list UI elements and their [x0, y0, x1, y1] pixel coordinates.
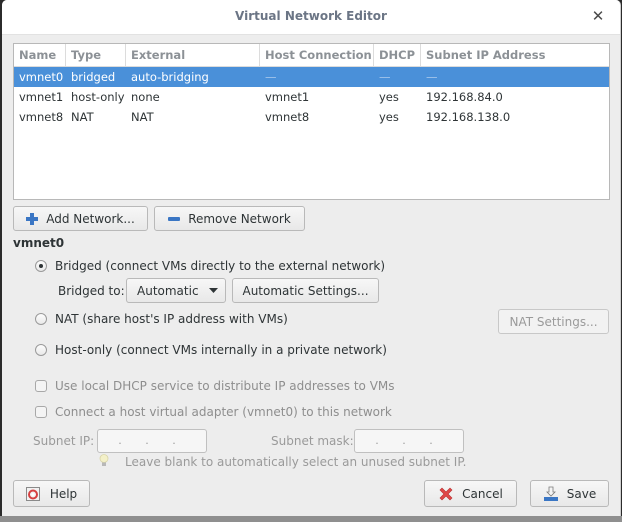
table-header: Name Type External Connection Host Conne…: [14, 44, 609, 84]
column-header-subnet-ip[interactable]: Subnet IP Address: [421, 44, 609, 66]
cell-dhcp: yes: [379, 90, 399, 104]
column-header-external-connection[interactable]: External Connection: [126, 44, 260, 84]
bridged-label: Bridged (connect VMs directly to the ext…: [55, 259, 386, 273]
dialog-title: Virtual Network Editor: [235, 9, 387, 23]
cell-type: NAT: [71, 110, 94, 124]
cell-external: NAT: [131, 110, 154, 124]
save-icon: [543, 486, 558, 501]
bridged-to-dropdown[interactable]: Automatic: [126, 278, 226, 303]
help-lifebuoy-icon: [25, 486, 40, 501]
cell-name: vmnet1: [19, 90, 64, 104]
help-label: Help: [49, 486, 78, 501]
adapter-checkbox-option[interactable]: Connect a host virtual adapter (vmnet0) …: [35, 405, 392, 419]
table-row[interactable]: vmnet1 host-only none vmnet1 yes 192.168…: [14, 87, 609, 107]
cell-dhcp: —: [379, 70, 391, 84]
subnet-mask-input[interactable]: . . .: [354, 429, 464, 453]
hostonly-radio[interactable]: [35, 344, 47, 356]
cell-dhcp: yes: [379, 110, 399, 124]
automatic-settings-label: Automatic Settings...: [242, 283, 369, 298]
cell-host: vmnet1: [265, 90, 310, 104]
nat-label: NAT (share host's IP address with VMs): [55, 312, 288, 326]
cancel-x-icon: [439, 487, 453, 500]
save-label: Save: [566, 486, 597, 501]
network-table: Name Type External Connection Host Conne…: [13, 43, 610, 200]
selected-network-title: vmnet0: [13, 236, 65, 250]
remove-network-label: Remove Network: [188, 211, 291, 226]
bridged-to-value: Automatic: [137, 283, 199, 298]
column-header-host-connection[interactable]: Host Connection: [260, 44, 374, 66]
subnet-mask-label: Subnet mask:: [271, 434, 354, 448]
table-row[interactable]: vmnet8 NAT NAT vmnet8 yes 192.168.138.0: [14, 107, 609, 127]
cell-type: host-only: [71, 90, 125, 104]
cell-host: —: [265, 70, 277, 84]
cell-name: vmnet0: [19, 70, 64, 84]
cell-external: none: [131, 90, 160, 104]
cell-external: auto-bridging: [131, 70, 209, 84]
help-button[interactable]: Help: [13, 480, 90, 507]
dhcp-checkbox-option[interactable]: Use local DHCP service to distribute IP …: [35, 379, 395, 393]
automatic-settings-button[interactable]: Automatic Settings...: [232, 278, 379, 303]
column-header-dhcp[interactable]: DHCP: [374, 44, 421, 66]
hostonly-label: Host-only (connect VMs internally in a p…: [55, 343, 387, 357]
column-header-type[interactable]: Type: [66, 44, 126, 66]
dhcp-label: Use local DHCP service to distribute IP …: [55, 379, 395, 393]
nat-radio[interactable]: [35, 313, 47, 325]
save-button[interactable]: Save: [530, 480, 609, 507]
table-row[interactable]: vmnet0 bridged auto-bridging — — —: [14, 67, 609, 87]
cell-subnet: 192.168.138.0: [426, 110, 511, 124]
title-bar: Virtual Network Editor ✕: [2, 0, 620, 35]
nat-settings-button[interactable]: NAT Settings...: [498, 309, 609, 334]
cell-type: bridged: [71, 70, 116, 84]
subnet-ip-label: Subnet IP:: [33, 434, 95, 448]
add-network-label: Add Network...: [46, 211, 135, 226]
bridged-radio[interactable]: [35, 260, 47, 272]
cell-host: vmnet8: [265, 110, 310, 124]
add-network-button[interactable]: Add Network...: [13, 206, 148, 231]
close-button[interactable]: ✕: [588, 6, 608, 26]
nat-settings-label: NAT Settings...: [509, 314, 598, 329]
cancel-label: Cancel: [462, 486, 503, 501]
cell-subnet: 192.168.84.0: [426, 90, 503, 104]
bridged-to-label: Bridged to:: [58, 284, 125, 298]
subnet-ip-input[interactable]: . . .: [97, 429, 207, 453]
hostonly-radio-option[interactable]: Host-only (connect VMs internally in a p…: [35, 343, 387, 357]
virtual-network-editor-dialog: Virtual Network Editor ✕ Name Type Exter…: [2, 0, 621, 516]
cancel-button[interactable]: Cancel: [424, 480, 517, 507]
adapter-label: Connect a host virtual adapter (vmnet0) …: [55, 405, 392, 419]
bridged-radio-option[interactable]: Bridged (connect VMs directly to the ext…: [35, 259, 385, 273]
window-shadow: [0, 516, 622, 522]
subnet-hint: Leave blank to automatically select an u…: [125, 455, 467, 469]
cell-name: vmnet8: [19, 110, 64, 124]
adapter-checkbox[interactable]: [35, 406, 47, 418]
dhcp-checkbox[interactable]: [35, 380, 47, 392]
remove-network-button[interactable]: Remove Network: [154, 206, 305, 231]
chevron-down-icon: [208, 288, 218, 293]
cell-subnet: —: [426, 70, 438, 84]
minus-icon: [168, 216, 181, 221]
lightbulb-icon: [99, 454, 109, 466]
close-icon: ✕: [591, 7, 605, 25]
nat-radio-option[interactable]: NAT (share host's IP address with VMs): [35, 312, 288, 326]
column-header-name[interactable]: Name: [14, 44, 66, 66]
plus-icon: [26, 212, 39, 225]
